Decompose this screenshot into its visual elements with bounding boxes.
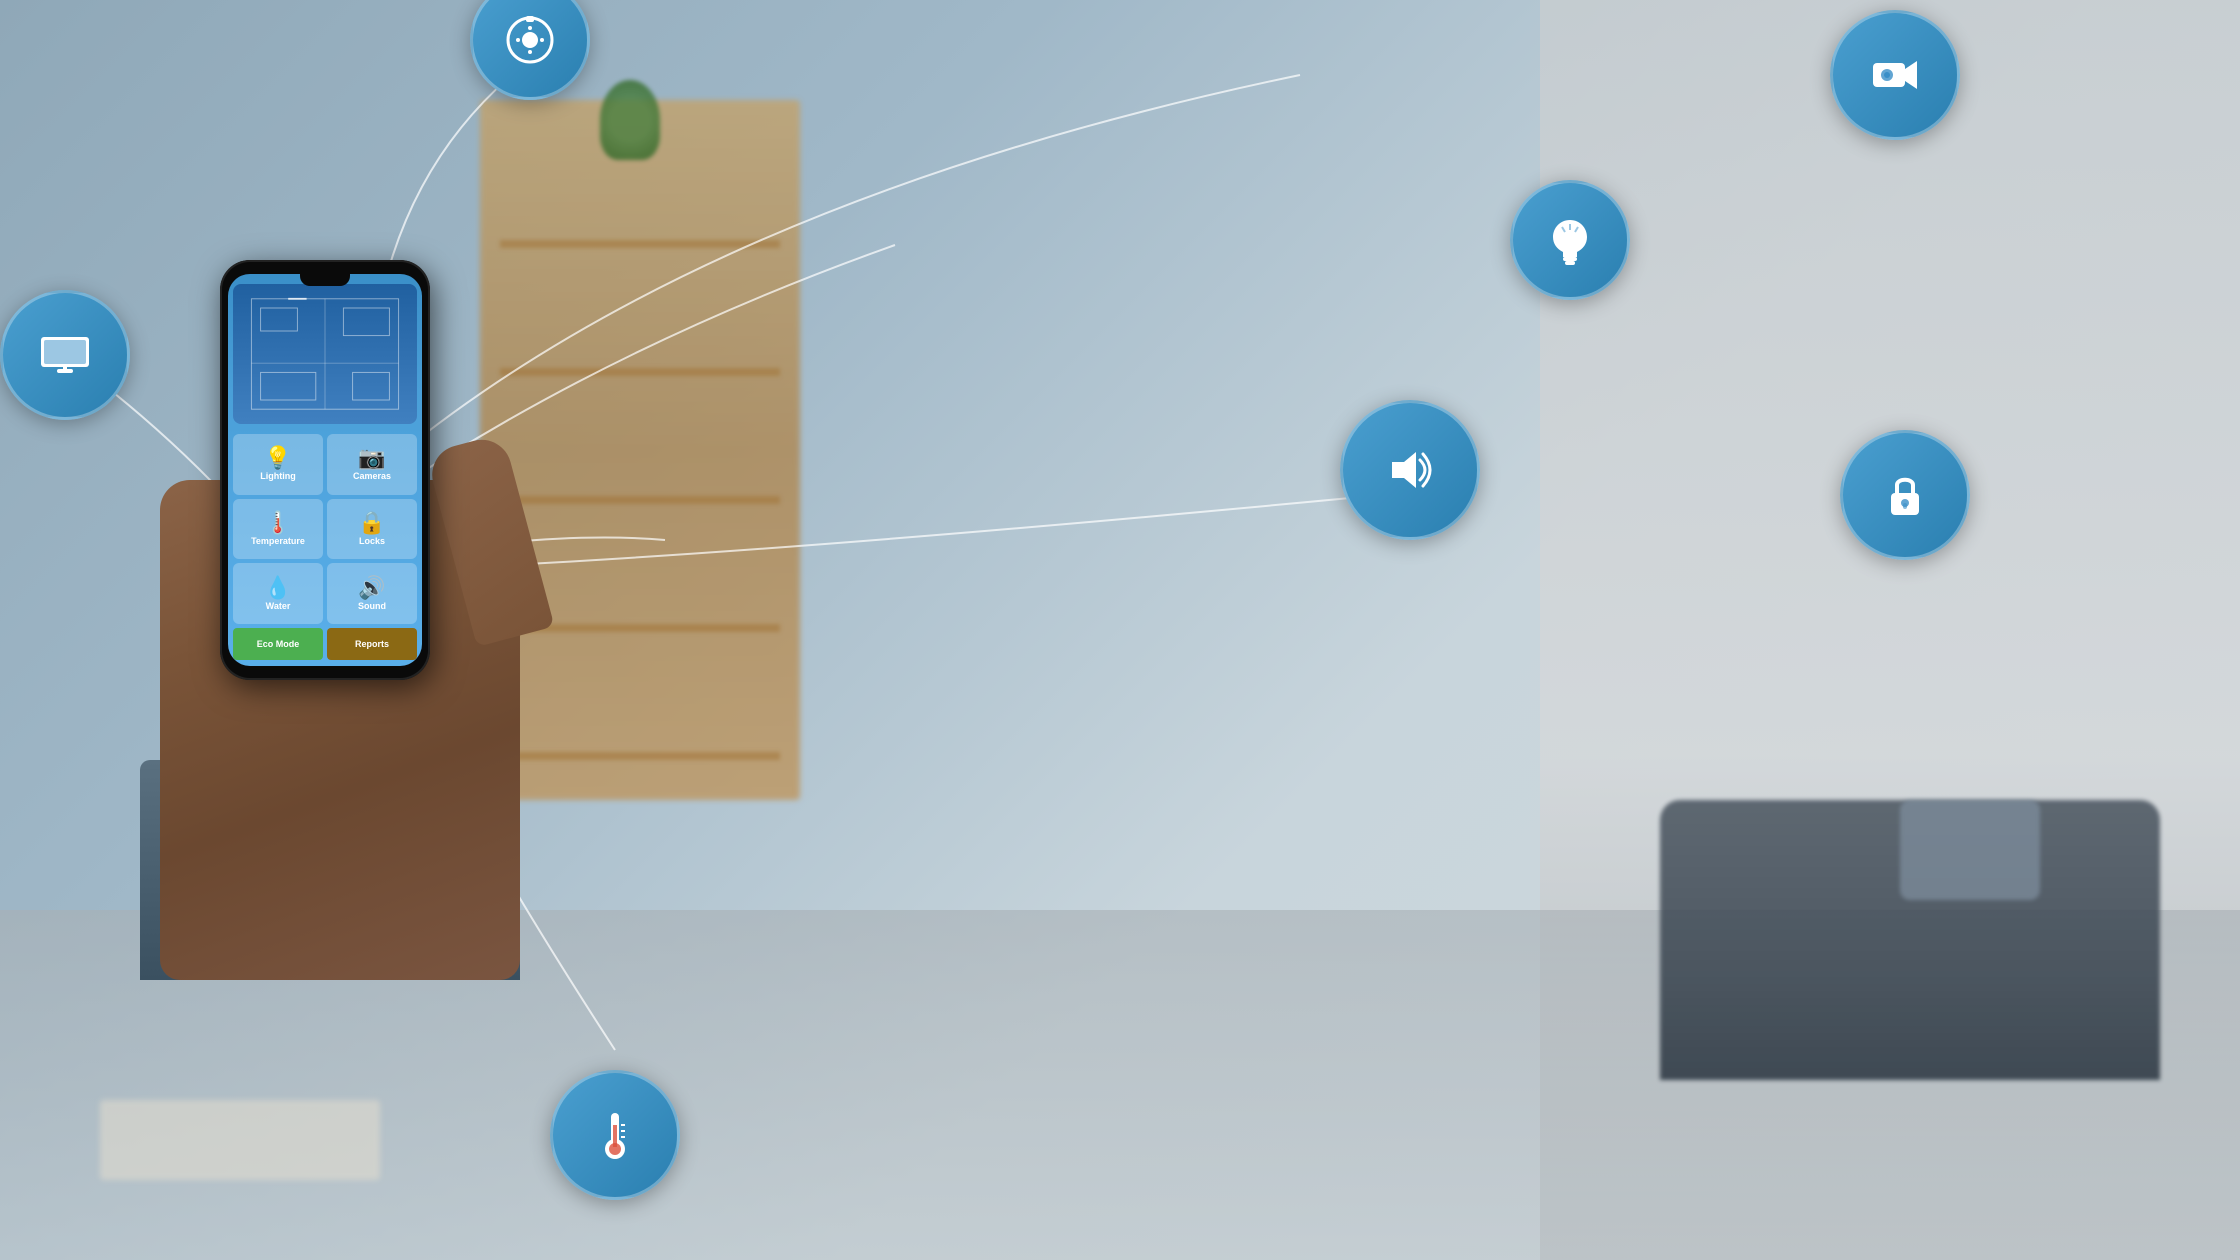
cameras-icon: 📷 [358,447,385,469]
app-grid: 💡 Lighting 📷 Cameras 🌡️ Temperature 🔒 Lo… [233,434,417,624]
door-lock-icon [1840,430,1970,560]
locks-label: Locks [359,536,385,546]
phone-notch [300,274,350,286]
sound-label: Sound [358,601,386,611]
temperature-label: Temperature [251,536,305,546]
water-icon: 💧 [264,577,291,599]
temperature-icon: 🌡️ [264,512,291,534]
room-plant [600,80,660,160]
sound-icon: 🔊 [358,577,385,599]
app-tile-sound[interactable]: 🔊 Sound [327,563,417,624]
phone-screen: 💡 Lighting 📷 Cameras 🌡️ Temperature 🔒 Lo… [228,274,422,666]
app-tile-temperature[interactable]: 🌡️ Temperature [233,499,323,560]
room-blueprint-preview [233,284,417,424]
eco-mode-button[interactable]: Eco Mode [233,628,323,660]
app-tile-locks[interactable]: 🔒 Locks [327,499,417,560]
water-label: Water [266,601,291,611]
lighting-icon: 💡 [264,447,291,469]
cameras-label: Cameras [353,471,391,481]
speaker-sound-icon [1340,400,1480,540]
app-tile-water[interactable]: 💧 Water [233,563,323,624]
smartphone: 💡 Lighting 📷 Cameras 🌡️ Temperature 🔒 Lo… [220,260,430,680]
locks-icon: 🔒 [358,512,385,534]
light-bulb-icon [1510,180,1630,300]
tv-display-icon [0,290,130,420]
security-camera-icon [1830,10,1960,140]
hand-phone-container: 💡 Lighting 📷 Cameras 🌡️ Temperature 🔒 Lo… [160,260,560,980]
thermometer-icon [550,1070,680,1200]
app-tile-cameras[interactable]: 📷 Cameras [327,434,417,495]
room-pillow [1900,800,2040,900]
bottom-buttons: Eco Mode Reports [233,628,417,660]
lighting-label: Lighting [260,471,296,481]
reports-button[interactable]: Reports [327,628,417,660]
app-tile-lighting[interactable]: 💡 Lighting [233,434,323,495]
room-table [100,1100,380,1180]
